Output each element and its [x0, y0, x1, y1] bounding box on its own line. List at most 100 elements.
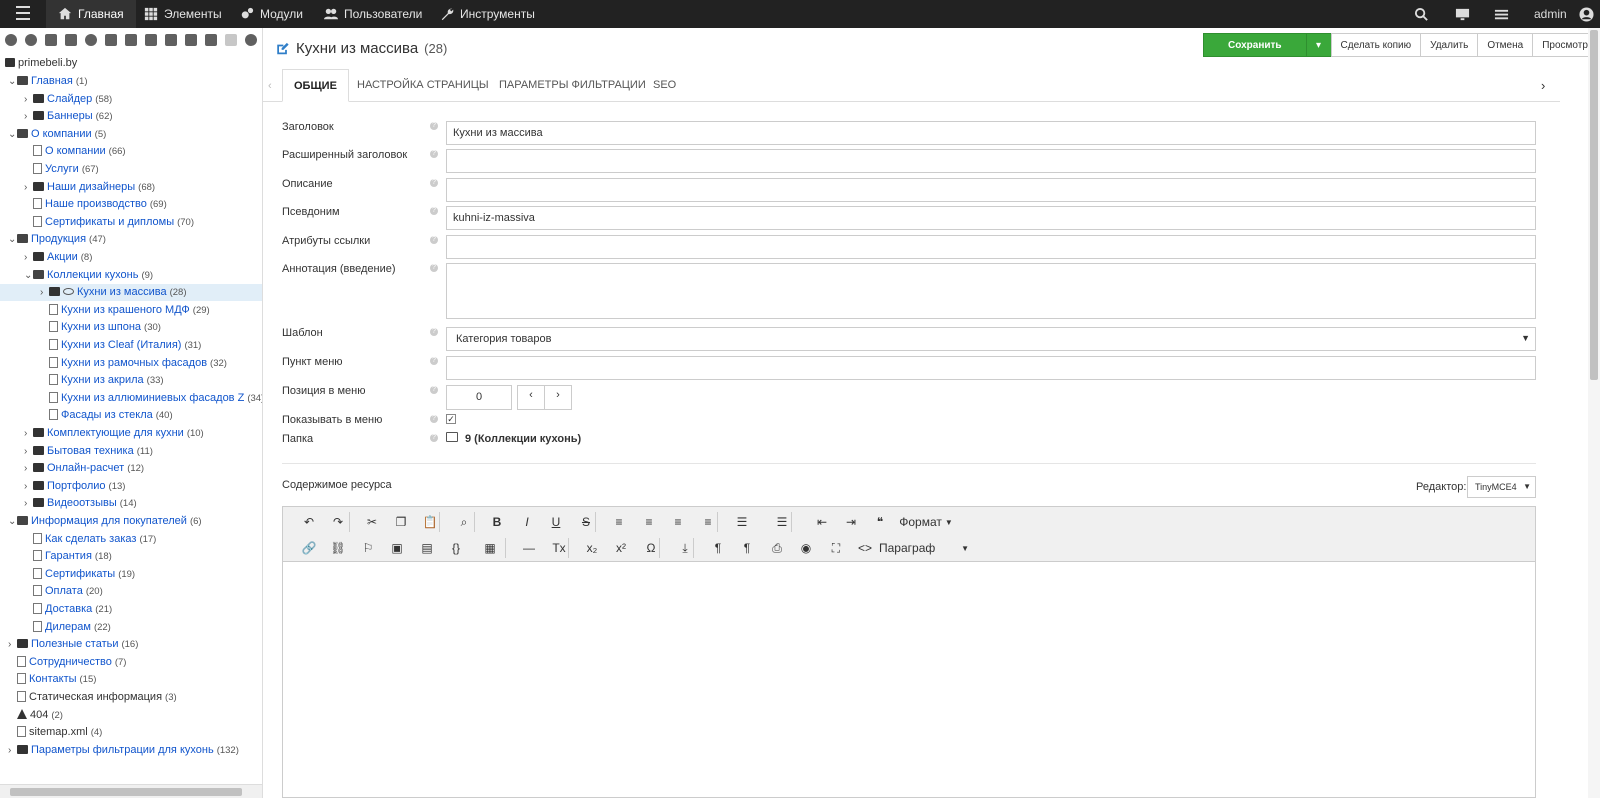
help-icon[interactable]: ?: [430, 236, 438, 244]
table-icon[interactable]: [185, 34, 197, 46]
expand-toggle-icon[interactable]: ⌄: [24, 267, 33, 284]
upload-icon[interactable]: [25, 34, 37, 46]
tree-item[interactable]: ⌄ Информация для покупателей (6): [0, 513, 262, 530]
tree-item[interactable]: Услуги (67): [0, 161, 262, 178]
nav-users[interactable]: Пользователи: [312, 0, 434, 28]
print-icon[interactable]: ⎙: [766, 538, 788, 558]
cut-icon[interactable]: ✂: [361, 512, 383, 532]
tree-item[interactable]: Как сделать заказ (17): [0, 531, 262, 548]
tree-item[interactable]: Кухни из аллюминиевых фасадов Z (34): [0, 390, 262, 407]
tree-item[interactable]: Сотрудничество (7): [0, 654, 262, 671]
paragraph-icon[interactable]: ¶: [707, 538, 729, 558]
align-center-icon[interactable]: ≡: [638, 512, 660, 532]
nav-modules[interactable]: Модули: [228, 0, 315, 28]
editor-content-area[interactable]: [283, 563, 1535, 797]
hr-icon[interactable]: —: [518, 538, 540, 558]
bullet-list-icon[interactable]: ☰: [731, 512, 753, 532]
numbered-list-icon[interactable]: ☰: [771, 512, 793, 532]
search-icon[interactable]: [1414, 0, 1429, 28]
table-icon[interactable]: ▦: [479, 538, 501, 558]
expand-toggle-icon[interactable]: ›: [24, 460, 33, 477]
italic-icon[interactable]: I: [516, 512, 538, 532]
tree-item[interactable]: › Наши дизайнеры (68): [0, 179, 262, 196]
tab-page-settings[interactable]: Настройка страницы: [357, 69, 489, 102]
description-input[interactable]: [446, 178, 1536, 202]
help-icon[interactable]: ?: [430, 415, 438, 423]
tree-item[interactable]: 404 (2): [0, 707, 262, 724]
tree-item[interactable]: Сертификаты (19): [0, 566, 262, 583]
tree-item[interactable]: › Акции (8): [0, 249, 262, 266]
tab-seo[interactable]: SEO: [653, 69, 676, 102]
camera-icon[interactable]: [145, 34, 157, 46]
expand-toggle-icon[interactable]: ›: [24, 478, 33, 495]
superscript-icon[interactable]: x²: [610, 538, 632, 558]
help-icon[interactable]: ?: [430, 434, 438, 442]
image-icon[interactable]: ▣: [386, 538, 408, 558]
tree-item[interactable]: Кухни из шпона (30): [0, 319, 262, 336]
clear-format-icon[interactable]: Tx: [548, 538, 570, 558]
help-icon[interactable]: ?: [430, 122, 438, 130]
contrast-icon[interactable]: [245, 34, 257, 46]
tab-filter-params[interactable]: Параметры фильтрации: [499, 69, 646, 102]
help-icon[interactable]: ?: [430, 207, 438, 215]
alias-input[interactable]: kuhni-iz-massiva: [446, 206, 1536, 230]
show-in-menu-checkbox[interactable]: ✓: [446, 414, 456, 424]
help-icon[interactable]: ?: [430, 179, 438, 187]
save-dropdown-button[interactable]: ▾: [1305, 33, 1332, 57]
scrollbar-thumb[interactable]: [1590, 30, 1598, 380]
tree-item[interactable]: Статическая информация (3): [0, 689, 262, 706]
checklist-icon[interactable]: [205, 34, 217, 46]
tree-item[interactable]: › Баннеры (62): [0, 108, 262, 125]
paste-icon[interactable]: 📋: [419, 512, 441, 532]
find-icon[interactable]: ⌕: [453, 512, 475, 532]
expand-toggle-icon[interactable]: ›: [24, 91, 33, 108]
menuindex-input[interactable]: 0: [446, 385, 512, 410]
tree-item[interactable]: Гарантия (18): [0, 548, 262, 565]
tree-item[interactable]: Фасады из стекла (40): [0, 407, 262, 424]
expand-toggle-icon[interactable]: ⌄: [8, 73, 17, 90]
parent-value[interactable]: 9 (Коллекции кухонь): [465, 433, 581, 445]
media-icon[interactable]: ▤: [416, 538, 438, 558]
expand-toggle-icon[interactable]: ›: [24, 108, 33, 125]
fullscreen-icon[interactable]: ⛶: [825, 538, 847, 558]
bookmark-icon[interactable]: ⚐: [357, 538, 379, 558]
tree-item[interactable]: Дилерам (22): [0, 619, 262, 636]
increment-button[interactable]: ›: [544, 385, 572, 410]
title-input[interactable]: Кухни из массива: [446, 121, 1536, 145]
nav-home[interactable]: Главная: [46, 0, 136, 28]
expand-toggle-icon[interactable]: ⌄: [8, 513, 17, 530]
sliders-icon[interactable]: [1494, 0, 1509, 28]
code-sample-icon[interactable]: {}: [445, 538, 467, 558]
show-blocks-icon[interactable]: ¶: [736, 538, 758, 558]
subscript-icon[interactable]: x₂: [581, 538, 603, 558]
block-format-select[interactable]: Параграф ▼: [879, 538, 969, 558]
undo-icon[interactable]: ↶: [298, 512, 320, 532]
template-select[interactable]: Категория товаров ▼: [446, 327, 1536, 351]
delete-button[interactable]: Удалить: [1420, 33, 1479, 57]
help-icon[interactable]: ?: [430, 386, 438, 394]
tree-item[interactable]: Кухни из рамочных фасадов (32): [0, 355, 262, 372]
expand-toggle-icon[interactable]: ›: [24, 179, 33, 196]
tree-item[interactable]: › Бытовая техника (11): [0, 443, 262, 460]
align-justify-icon[interactable]: ≡: [697, 512, 719, 532]
expand-toggle-icon[interactable]: ›: [24, 443, 33, 460]
blockquote-icon[interactable]: ❝: [869, 512, 891, 532]
decrement-button[interactable]: ‹: [517, 385, 545, 410]
help-icon[interactable]: ?: [430, 150, 438, 158]
tree-item[interactable]: › Полезные статьи (16): [0, 636, 262, 653]
new-document-icon[interactable]: [45, 34, 57, 46]
underline-icon[interactable]: U: [545, 512, 567, 532]
outdent-icon[interactable]: ⇤: [811, 512, 833, 532]
cancel-button[interactable]: Отмена: [1477, 33, 1534, 57]
save-button[interactable]: Сохранить: [1203, 33, 1307, 57]
expand-toggle-icon[interactable]: ›: [24, 249, 33, 266]
tree-item[interactable]: Контакты (15): [0, 671, 262, 688]
duplicate-button[interactable]: Сделать копию: [1330, 33, 1422, 57]
strikethrough-icon[interactable]: S: [575, 512, 597, 532]
menu-icon[interactable]: [16, 6, 30, 20]
preview-icon[interactable]: ◉: [795, 538, 817, 558]
add-icon[interactable]: [5, 34, 17, 46]
expand-toggle-icon[interactable]: ›: [24, 425, 33, 442]
tree-item[interactable]: Оплата (20): [0, 583, 262, 600]
tab-general[interactable]: Общие: [282, 69, 349, 102]
